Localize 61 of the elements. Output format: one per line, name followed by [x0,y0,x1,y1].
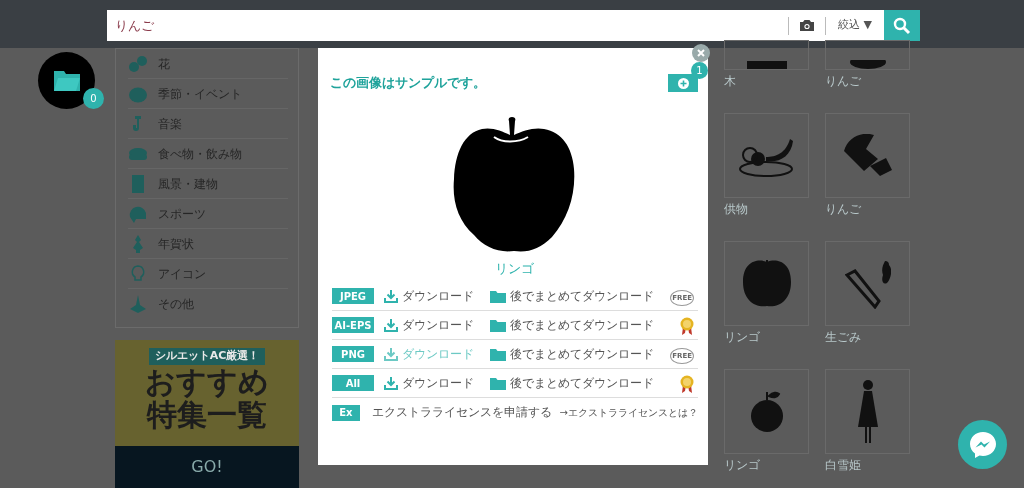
result-caption[interactable]: リンゴ [724,454,809,488]
search-button[interactable] [884,10,920,41]
download-link[interactable]: ダウンロード [384,316,482,335]
download-later-link[interactable]: 後でまとめてダウンロード [490,287,654,306]
download-later-link[interactable]: 後でまとめてダウンロード [490,316,654,335]
search-icon [893,16,911,35]
result-thumbnail[interactable] [825,241,910,326]
collection-button[interactable] [38,52,95,109]
banner-subheadline: 特集一覧 [147,397,267,431]
download-later-link[interactable]: 後でまとめてダウンロード [490,374,654,393]
banner-headline: おすすめ [145,364,269,398]
girl-silhouette-picture [855,378,880,445]
result-caption[interactable]: 供物 [724,198,809,241]
folder-icon [490,347,506,361]
filter-dropdown[interactable]: 絞込 ▼ [826,17,884,34]
extra-license-info-link[interactable]: →エクストラライセンスとは？ [551,405,698,421]
result-thumbnail[interactable] [724,113,809,198]
result-caption[interactable]: 木 [724,70,809,113]
download-link[interactable]: ダウンロード [384,374,482,393]
result-caption[interactable]: 白雪姫 [825,454,910,488]
messenger-button[interactable] [958,420,1007,469]
folder-icon [490,376,506,390]
close-icon [697,49,705,57]
search-field[interactable]: りんご 絞込 ▼ [107,10,920,41]
collection-count: 0 [83,88,104,109]
folder-icon [52,69,81,92]
folder-icon [490,289,506,303]
camera-icon[interactable] [799,19,816,32]
result-thumbnail[interactable] [724,241,809,326]
result-thumbnail[interactable] [825,369,910,454]
image-title: リンゴ [493,259,535,278]
feature-banner[interactable]: シルエットAC厳選！ おすすめ 特集一覧 GO! [115,340,299,488]
result-thumbnail[interactable] [825,113,910,198]
plus-icon [677,77,689,89]
format-label: All [332,375,374,392]
result-caption[interactable]: 生ごみ [825,326,910,369]
close-button[interactable] [692,44,710,62]
download-link[interactable]: ダウンロード [384,287,482,306]
format-label: Ex [332,404,360,421]
add-button[interactable] [668,74,698,93]
download-icon [384,376,398,390]
result-thumbnail[interactable] [825,40,910,70]
result-caption[interactable]: リンゴ [724,326,809,369]
result-thumbnail[interactable] [724,369,809,454]
chat-bubble-icon [967,429,998,460]
download-icon [384,289,398,303]
download-later-link[interactable]: 後でまとめてダウンロード [490,345,654,364]
add-count: 1 [691,62,708,80]
format-label: JPEG [332,288,374,305]
sample-notice: この画像はサンプルです。 [330,74,486,92]
banner-tag: シルエットAC厳選！ [148,348,266,365]
format-label: AI-EPS [332,317,374,334]
download-icon [384,318,398,332]
result-caption[interactable]: りんご [825,70,910,113]
result-thumbnail[interactable] [724,40,809,70]
go-button[interactable]: GO! [115,446,299,488]
format-label: PNG [332,346,374,363]
download-icon [384,347,398,361]
result-caption[interactable]: りんご [825,198,910,241]
extra-license-link[interactable]: エクストラライセンスを申請する [371,404,552,422]
folder-icon [490,318,506,332]
